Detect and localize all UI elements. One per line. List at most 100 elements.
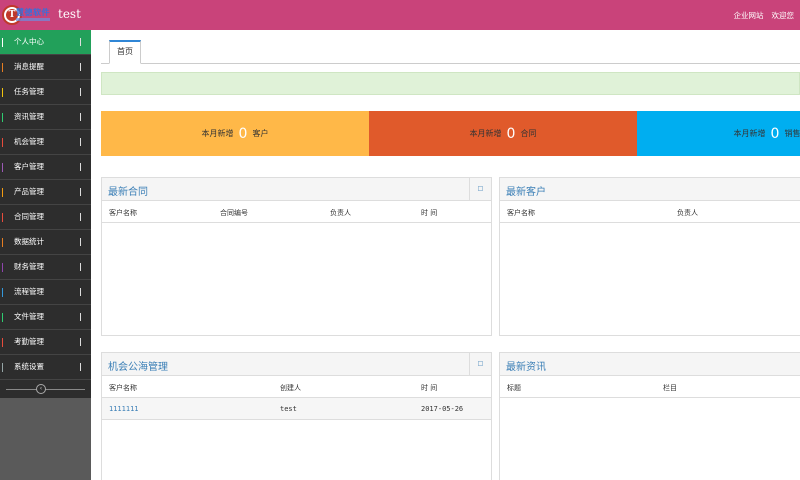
divider-icon — [80, 213, 81, 221]
panel-latest-customers: 最新客户 客户名称 负责人 — [499, 177, 800, 336]
panel-header: 机会公海管理 □ — [102, 353, 491, 376]
sidebar-item-products[interactable]: 产品管理 — [0, 180, 91, 205]
divider-icon — [80, 263, 81, 271]
sidebar-item-marker — [2, 188, 3, 197]
sidebar-item-label: 考勤管理 — [14, 337, 44, 346]
sidebar-item-marker — [2, 363, 3, 372]
panel-opportunity-pool: 机会公海管理 □ 客户名称 创建人 时 间 1111111 test 2017-… — [101, 352, 492, 480]
sidebar-item-label: 合同管理 — [14, 212, 44, 221]
stat-prefix: 本月新增 — [201, 129, 234, 138]
column-header: 客户名称 — [109, 384, 137, 392]
company-site-link[interactable]: 企业网站 — [734, 10, 764, 21]
sidebar-item-workflow[interactable]: 流程管理 — [0, 280, 91, 305]
sidebar-item-label: 机会管理 — [14, 137, 44, 146]
sidebar-item-label: 消息提醒 — [14, 62, 44, 71]
sidebar-item-label: 文件管理 — [14, 312, 44, 321]
stat-prefix: 本月新增 — [469, 129, 502, 138]
table-header: 客户名称 创建人 时 间 — [102, 376, 491, 398]
column-header: 客户名称 — [109, 209, 137, 217]
column-header: 时 间 — [421, 384, 438, 392]
panel-title: 最新资讯 — [506, 362, 546, 373]
sidebar-item-messages[interactable]: 消息提醒 — [0, 55, 91, 80]
stat-prefix: 本月新增 — [733, 129, 766, 138]
sidebar-item-label: 流程管理 — [14, 287, 44, 296]
stat-value: 0 — [238, 125, 248, 142]
sidebar-item-settings[interactable]: 系统设置 — [0, 355, 91, 380]
table-header: 客户名称 合同编号 负责人 时 间 — [102, 201, 491, 223]
sidebar-item-personal-center[interactable]: 个人中心 — [0, 30, 91, 55]
divider-icon — [80, 38, 81, 46]
divider-icon — [80, 88, 81, 96]
divider-icon — [80, 338, 81, 346]
sidebar-item-marker — [2, 263, 3, 272]
column-header: 合同编号 — [220, 209, 248, 217]
stat-value: 0 — [770, 125, 780, 142]
top-header: T 慧德软件 test 企业网站 欢迎您 — [0, 0, 800, 30]
column-header: 标题 — [507, 384, 521, 392]
divider-icon — [80, 63, 81, 71]
sidebar-item-files[interactable]: 文件管理 — [0, 305, 91, 330]
sidebar-item-marker — [2, 163, 3, 172]
divider-icon — [80, 313, 81, 321]
sidebar-item-marker — [2, 38, 3, 47]
stat-new-contracts[interactable]: 本月新增 0 合同 — [369, 111, 637, 156]
sidebar-item-marker — [2, 288, 3, 297]
stats-row: 本月新增 0 客户 本月新增 0 合同 本月新增 0 销售机 — [101, 111, 800, 156]
sidebar-item-marker — [2, 313, 3, 322]
header-links: 企业网站 欢迎您 — [734, 10, 795, 21]
column-header: 客户名称 — [507, 209, 535, 217]
panel-header: 最新合同 □ — [102, 178, 491, 201]
sidebar-item-label: 个人中心 — [14, 37, 44, 46]
divider-icon — [80, 163, 81, 171]
panel-title: 机会公海管理 — [108, 362, 168, 373]
sidebar-item-marker — [2, 88, 3, 97]
tab-home[interactable]: 首页 — [109, 40, 141, 64]
sidebar-item-finance[interactable]: 财务管理 — [0, 255, 91, 280]
table-header: 客户名称 负责人 — [500, 201, 800, 223]
panel-header: 最新客户 — [500, 178, 800, 201]
welcome-text[interactable]: 欢迎您 — [772, 10, 795, 21]
sidebar: 个人中心 消息提醒 任务管理 资讯管理 机会管理 客户管理 产品管理 合同管理 … — [0, 30, 91, 480]
stat-new-opportunities[interactable]: 本月新增 0 销售机 — [637, 111, 800, 156]
column-header: 栏目 — [663, 384, 677, 392]
divider-icon — [80, 288, 81, 296]
sidebar-item-opportunities[interactable]: 机会管理 — [0, 130, 91, 155]
panel-title: 最新合同 — [108, 187, 148, 198]
stat-suffix: 客户 — [252, 129, 269, 138]
column-header: 负责人 — [677, 209, 698, 217]
sidebar-item-contracts[interactable]: 合同管理 — [0, 205, 91, 230]
sidebar-item-statistics[interactable]: 数据统计 — [0, 230, 91, 255]
divider-icon — [80, 113, 81, 121]
date-cell: 2017-05-26 — [421, 405, 464, 413]
sidebar-item-customers[interactable]: 客户管理 — [0, 155, 91, 180]
sidebar-item-label: 资讯管理 — [14, 112, 44, 121]
tab-bar: 首页 — [101, 38, 800, 64]
sidebar-item-label: 系统设置 — [14, 362, 44, 371]
sidebar-item-label: 数据统计 — [14, 237, 44, 246]
sidebar-item-attendance[interactable]: 考勤管理 — [0, 330, 91, 355]
collapse-icon[interactable]: ‹ — [36, 384, 46, 394]
customer-name-link[interactable]: 1111111 — [109, 405, 139, 413]
sidebar-nav: 个人中心 消息提醒 任务管理 资讯管理 机会管理 客户管理 产品管理 合同管理 … — [0, 30, 91, 380]
sidebar-item-tasks[interactable]: 任务管理 — [0, 80, 91, 105]
expand-icon[interactable]: □ — [469, 178, 491, 200]
stat-suffix: 合同 — [520, 129, 537, 138]
stat-value: 0 — [506, 125, 516, 142]
creator-cell: test — [280, 405, 297, 413]
brand-underline — [16, 18, 50, 21]
column-header: 创建人 — [280, 384, 301, 392]
stat-new-customers[interactable]: 本月新增 0 客户 — [101, 111, 369, 156]
sidebar-item-marker — [2, 63, 3, 72]
sidebar-item-marker — [2, 238, 3, 247]
divider-icon — [80, 238, 81, 246]
sidebar-collapse-row: ‹ — [0, 380, 91, 398]
panel-header: 最新资讯 — [500, 353, 800, 376]
sidebar-item-marker — [2, 213, 3, 222]
divider-icon — [80, 363, 81, 371]
sidebar-item-news[interactable]: 资讯管理 — [0, 105, 91, 130]
table-row[interactable]: 1111111 test 2017-05-26 — [102, 398, 491, 420]
expand-icon[interactable]: □ — [469, 353, 491, 375]
sidebar-item-label: 财务管理 — [14, 262, 44, 271]
brand-logo-text: 慧德软件 — [16, 8, 50, 17]
sidebar-item-marker — [2, 338, 3, 347]
